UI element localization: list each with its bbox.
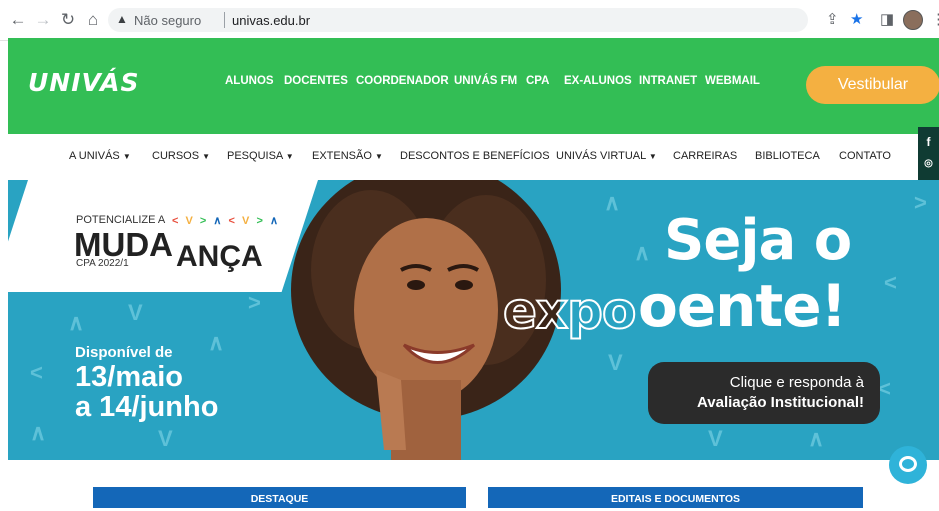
top-menu-ex-alunos[interactable]: EX-ALUNOS bbox=[564, 75, 632, 87]
section-destaque[interactable]: DESTAQUE bbox=[93, 487, 466, 508]
card-cpa-label: CPA 2022/1 bbox=[76, 258, 129, 269]
caret-down-icon: ▼ bbox=[648, 152, 657, 161]
chevron-pattern-icon: V bbox=[158, 426, 173, 451]
chevron-pattern-icon: > bbox=[248, 290, 261, 315]
caret-down-icon: ▼ bbox=[374, 152, 383, 161]
vestibular-button[interactable]: Vestibular bbox=[806, 66, 939, 104]
chevron-pattern-icon: ∧ bbox=[808, 426, 825, 451]
date-end: a 14/junho bbox=[75, 391, 219, 423]
back-icon[interactable]: ← bbox=[8, 10, 28, 30]
section-editais[interactable]: EDITAIS E DOCUMENTOS bbox=[488, 487, 863, 508]
chat-icon bbox=[899, 456, 917, 472]
sidebar-icon[interactable]: ◨ bbox=[880, 11, 894, 29]
menu-item-label: DESCONTOS E BENEFÍCIOS bbox=[400, 150, 550, 162]
menu-item-label: EXTENSÃO bbox=[312, 150, 372, 162]
chevron-pattern-icon: < bbox=[884, 270, 897, 295]
menu-item-extensao[interactable]: EXTENSÃO ▼ bbox=[312, 150, 383, 162]
share-icon[interactable]: ⇪ bbox=[826, 11, 839, 29]
chevron-pattern-icon: V bbox=[128, 300, 143, 325]
menu-icon[interactable]: ⋮ bbox=[931, 11, 939, 29]
chevron-pattern-icon: ∧ bbox=[604, 190, 621, 215]
menu-item-carreiras[interactable]: CARREIRAS bbox=[673, 150, 737, 162]
chevron-pattern-icon: > bbox=[914, 190, 927, 215]
top-menu-alunos[interactable]: ALUNOS bbox=[225, 75, 274, 87]
address-divider bbox=[224, 12, 225, 28]
star-icon[interactable]: ★ bbox=[850, 11, 863, 29]
menu-item-label: PESQUISA bbox=[227, 150, 283, 162]
top-menu-cpa[interactable]: CPA bbox=[526, 75, 549, 87]
home-icon[interactable]: ⌂ bbox=[83, 10, 103, 30]
menu-item-label: CONTATO bbox=[839, 150, 891, 162]
menu-item-biblioteca[interactable]: BIBLIOTECA bbox=[755, 150, 820, 162]
instagram-icon[interactable]: ◎ bbox=[918, 158, 939, 169]
card-tagline: POTENCIALIZE A bbox=[76, 214, 166, 226]
menu-item-label: BIBLIOTECA bbox=[755, 150, 820, 162]
cta-line-2: Avaliação Institucional! bbox=[697, 394, 864, 411]
headline-expo-outline: expo bbox=[502, 281, 637, 341]
top-menu-docentes[interactable]: DOCENTES bbox=[284, 75, 348, 87]
caret-down-icon: ▼ bbox=[122, 152, 131, 161]
headline-seja: Seja o bbox=[664, 208, 852, 273]
menu-item-univas-virtual[interactable]: UNIVÁS VIRTUAL ▼ bbox=[556, 150, 657, 162]
warning-icon[interactable]: ▲ bbox=[116, 12, 128, 26]
security-label[interactable]: Não seguro bbox=[134, 13, 201, 28]
menu-item-label: UNIVÁS VIRTUAL bbox=[556, 150, 646, 162]
reload-icon[interactable]: ↻ bbox=[58, 10, 78, 30]
card-title-anca: ANÇA bbox=[176, 240, 263, 273]
chevron-pattern-icon: ∧ bbox=[68, 310, 85, 335]
top-menu-coordenador[interactable]: COORDENADOR bbox=[356, 75, 449, 87]
url-text[interactable]: univas.edu.br bbox=[232, 13, 310, 28]
menu-item-descontos[interactable]: DESCONTOS E BENEFÍCIOS bbox=[400, 150, 550, 162]
menu-item-label: A UNIVÁS bbox=[69, 150, 120, 162]
menu-item-pesquisa[interactable]: PESQUISA ▼ bbox=[227, 150, 294, 162]
browser-toolbar: ← → ↻ ⌂ ▲ Não seguro univas.edu.br ⇪ ★ ◨… bbox=[0, 0, 939, 41]
available-label: Disponível de bbox=[75, 344, 173, 361]
menu-item-a-univas[interactable]: A UNIVÁS ▼ bbox=[69, 150, 131, 162]
avatar[interactable] bbox=[903, 10, 923, 30]
chevron-pattern-icon: V bbox=[608, 350, 623, 375]
menu-item-label: CURSOS bbox=[152, 150, 200, 162]
chevron-pattern-icon: ∧ bbox=[634, 240, 651, 265]
headline-expoente: oente! bbox=[638, 272, 847, 340]
top-menu-univas-fm[interactable]: UNIVÁS FM bbox=[454, 75, 517, 87]
date-start: 13/maio bbox=[75, 361, 183, 393]
facebook-icon[interactable]: f bbox=[918, 135, 939, 149]
menu-item-cursos[interactable]: CURSOS ▼ bbox=[152, 150, 210, 162]
top-menu-intranet[interactable]: INTRANET bbox=[639, 75, 697, 87]
chevron-pattern-icon: ∧ bbox=[30, 420, 47, 445]
site-logo[interactable]: UNIVÁS bbox=[28, 68, 140, 97]
menu-item-contato[interactable]: CONTATO bbox=[839, 150, 891, 162]
hero-banner[interactable]: < ∧ < V ∧ ∧ V > ∧ ∧ < > V < V ∧ POTENCIA… bbox=[8, 180, 939, 460]
chat-button[interactable] bbox=[889, 446, 927, 484]
caret-down-icon: ▼ bbox=[285, 152, 294, 161]
card-arrows: < V > ∧ < V > ∧ bbox=[172, 215, 280, 227]
cta-line-1: Clique e responda à bbox=[729, 374, 864, 391]
address-bar[interactable] bbox=[108, 8, 808, 32]
forward-icon[interactable]: → bbox=[33, 10, 53, 30]
site-header: UNIVÁS ALUNOS DOCENTES COORDENADOR UNIVÁ… bbox=[8, 38, 939, 134]
caret-down-icon: ▼ bbox=[202, 152, 211, 161]
chevron-pattern-icon: ∧ bbox=[208, 330, 225, 355]
chevron-pattern-icon: < bbox=[30, 360, 43, 385]
evaluation-cta[interactable]: Clique e responda à Avaliação Institucio… bbox=[648, 362, 880, 424]
chevron-pattern-icon: V bbox=[708, 426, 723, 451]
menu-item-label: CARREIRAS bbox=[673, 150, 738, 162]
top-menu-webmail[interactable]: WEBMAIL bbox=[705, 75, 760, 87]
